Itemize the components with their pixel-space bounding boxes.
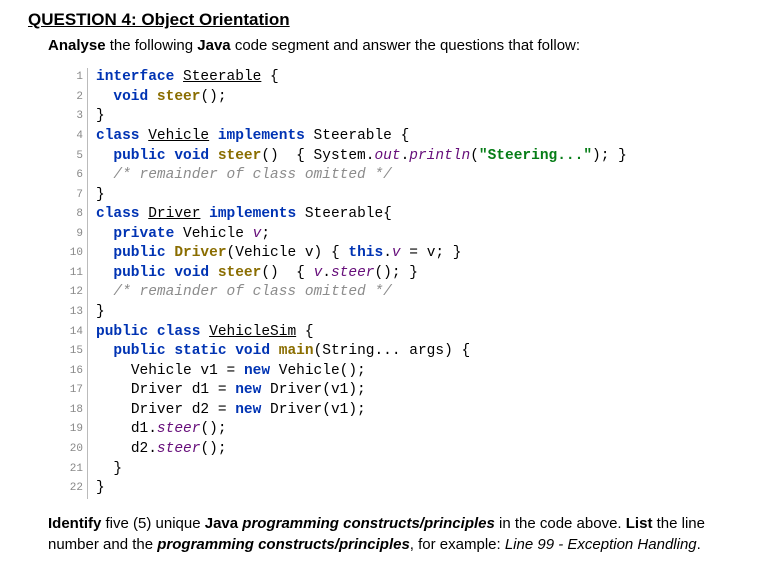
code-line-7: 7} — [66, 186, 704, 206]
outro-text: five (5) unique — [101, 515, 204, 532]
line-number: 5 — [66, 147, 88, 167]
code-line-22: 22} — [66, 479, 704, 499]
code-line-9: 9 private Vehicle v; — [66, 225, 704, 245]
code-line-1: 1interface Steerable { — [66, 68, 704, 88]
code-line-17: 17 Driver d1 = new Driver(v1); — [66, 381, 704, 401]
code-line-4: 4class Vehicle implements Steerable { — [66, 127, 704, 147]
code-line-19: 19 d1.steer(); — [66, 420, 704, 440]
question-title: QUESTION 4: Object Orientation — [28, 10, 744, 30]
line-number: 6 — [66, 166, 88, 186]
outro-word-java: Java — [205, 515, 238, 532]
line-number: 11 — [66, 264, 88, 284]
line-number: 10 — [66, 244, 88, 264]
code-line-20: 20 d2.steer(); — [66, 440, 704, 460]
line-number: 17 — [66, 381, 88, 401]
code-line-11: 11 public void steer() { v.steer(); } — [66, 264, 704, 284]
code-line-18: 18 Driver d2 = new Driver(v1); — [66, 401, 704, 421]
code-line-3: 3} — [66, 107, 704, 127]
line-number: 1 — [66, 68, 88, 88]
line-number: 19 — [66, 420, 88, 440]
code-block: 1interface Steerable { 2 void steer(); 3… — [66, 68, 704, 498]
outro-constructs: programming constructs/principles — [242, 515, 495, 532]
code-line-8: 8class Driver implements Steerable{ — [66, 205, 704, 225]
code-line-6: 6 /* remainder of class omitted */ — [66, 166, 704, 186]
code-line-12: 12 /* remainder of class omitted */ — [66, 283, 704, 303]
code-line-16: 16 Vehicle v1 = new Vehicle(); — [66, 362, 704, 382]
code-line-15: 15 public static void main(String... arg… — [66, 342, 704, 362]
intro-text-tail: code segment and answer the questions th… — [231, 37, 580, 54]
outro-example: Line 99 - Exception Handling — [505, 536, 697, 553]
line-number: 18 — [66, 401, 88, 421]
line-number: 20 — [66, 440, 88, 460]
line-number: 15 — [66, 342, 88, 362]
line-number: 4 — [66, 127, 88, 147]
line-number: 13 — [66, 303, 88, 323]
intro-text: the following — [106, 37, 198, 54]
line-number: 7 — [66, 186, 88, 206]
code-line-21: 21 } — [66, 460, 704, 480]
line-number: 22 — [66, 479, 88, 499]
line-number: 12 — [66, 283, 88, 303]
intro-word-java: Java — [197, 37, 230, 54]
code-line-2: 2 void steer(); — [66, 88, 704, 108]
line-number: 3 — [66, 107, 88, 127]
line-number: 21 — [66, 460, 88, 480]
code-line-5: 5 public void steer() { System.out.print… — [66, 147, 704, 167]
code-line-14: 14public class VehicleSim { — [66, 323, 704, 343]
outro-word-list: List — [626, 515, 653, 532]
code-line-13: 13} — [66, 303, 704, 323]
outro-constructs-2: programming constructs/principles — [157, 536, 410, 553]
line-number: 8 — [66, 205, 88, 225]
code-line-10: 10 public Driver(Vehicle v) { this.v = v… — [66, 244, 704, 264]
line-number: 9 — [66, 225, 88, 245]
line-number: 16 — [66, 362, 88, 382]
line-number: 2 — [66, 88, 88, 108]
outro-word-identify: Identify — [48, 515, 101, 532]
intro-paragraph: Analyse the following Java code segment … — [48, 36, 744, 56]
intro-word-analyse: Analyse — [48, 37, 106, 54]
instructions-paragraph: Identify five (5) unique Java programmin… — [48, 513, 744, 555]
line-number: 14 — [66, 323, 88, 343]
